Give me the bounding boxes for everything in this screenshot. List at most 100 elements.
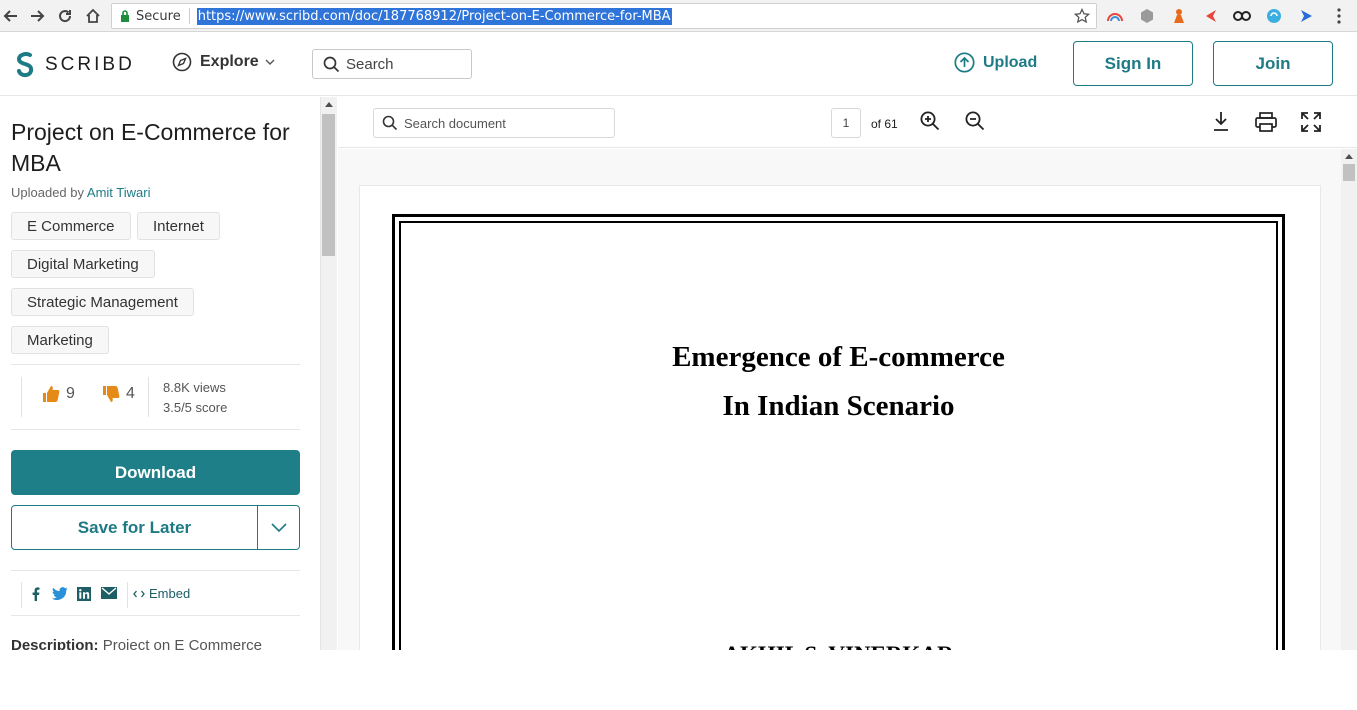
- upload-icon: [954, 52, 975, 73]
- upvote-button[interactable]: 9: [42, 385, 75, 403]
- download-button[interactable]: Download: [11, 450, 300, 495]
- extension-play-icon[interactable]: [1297, 7, 1315, 25]
- divider: [11, 570, 300, 571]
- tag-digital-marketing[interactable]: Digital Marketing: [11, 250, 155, 278]
- code-icon: [133, 590, 145, 597]
- description-text: Project on E Commerce: [102, 637, 262, 650]
- extension-rainbow-icon[interactable]: [1106, 7, 1124, 25]
- scribd-s-icon: [16, 52, 34, 78]
- embed-label: Embed: [149, 586, 191, 601]
- viewer-scroll-thumb[interactable]: [1343, 164, 1355, 181]
- save-for-later-label[interactable]: Save for Later: [12, 506, 257, 549]
- explore-label: Explore: [200, 53, 259, 70]
- score-value: 3.5/5 score: [163, 400, 228, 415]
- search-icon: [323, 56, 340, 72]
- scroll-up-icon[interactable]: [1345, 154, 1353, 159]
- bookmark-star-icon[interactable]: [1074, 8, 1090, 24]
- search-icon: [382, 115, 398, 131]
- print-icon[interactable]: [1255, 112, 1277, 132]
- document-viewer: Search document 1 of 61 Emergence of E-c…: [338, 97, 1357, 650]
- document-canvas[interactable]: Emergence of E-commerce In Indian Scenar…: [338, 149, 1341, 650]
- upvote-count: 9: [66, 385, 75, 402]
- email-icon[interactable]: [101, 587, 117, 599]
- sign-in-button[interactable]: Sign In: [1073, 41, 1193, 86]
- extension-owl-icon[interactable]: [1233, 7, 1251, 25]
- search-document-placeholder: Search document: [404, 115, 506, 131]
- divider: [21, 582, 22, 608]
- page-total: of 61: [871, 117, 898, 131]
- document-stats: 9 4 8.8K views 3.5/5 score: [11, 365, 300, 429]
- document-page: Emergence of E-commerce In Indian Scenar…: [359, 185, 1321, 650]
- compass-icon: [172, 52, 192, 72]
- scroll-up-icon[interactable]: [325, 102, 333, 107]
- blank-area: [0, 650, 1357, 710]
- secure-label: Secure: [136, 8, 181, 24]
- tag-strategic-management[interactable]: Strategic Management: [11, 288, 194, 316]
- document-author: AKHIL S. VINERKAR: [401, 642, 1276, 650]
- document-description: Description: Project on E Commerce: [11, 637, 262, 650]
- extension-circle-icon[interactable]: [1265, 7, 1283, 25]
- document-sidebar: Project on E-Commerce for MBA Uploaded b…: [0, 97, 320, 650]
- search-placeholder: Search: [346, 55, 394, 73]
- tag-marketing[interactable]: Marketing: [11, 326, 109, 354]
- views-count: 8.8K views: [163, 380, 226, 395]
- tag-e-commerce[interactable]: E Commerce: [11, 212, 131, 240]
- scribd-logo[interactable]: SCRIBD: [14, 52, 135, 78]
- thumbs-down-icon: [103, 386, 120, 402]
- document-title: Project on E-Commerce for MBA: [11, 119, 290, 176]
- browser-menu-icon[interactable]: [1330, 7, 1348, 25]
- extension-cube-icon[interactable]: [1138, 7, 1156, 25]
- uploaded-by-label: Uploaded by: [11, 185, 84, 200]
- document-heading-line2: In Indian Scenario: [722, 390, 955, 422]
- extension-figure-icon[interactable]: [1170, 7, 1188, 25]
- search-input[interactable]: Search: [312, 49, 472, 79]
- share-bar: Embed: [11, 580, 300, 610]
- back-icon[interactable]: [0, 5, 22, 27]
- document-meta: 8.8K views 3.5/5 score: [163, 378, 227, 418]
- linkedin-icon[interactable]: [77, 587, 91, 601]
- browser-toolbar: Secure https://www.scribd.com/doc/187768…: [0, 0, 1357, 32]
- fullscreen-icon[interactable]: [1301, 112, 1321, 132]
- twitter-icon[interactable]: [52, 587, 68, 600]
- join-button[interactable]: Join: [1213, 41, 1333, 86]
- thumbs-up-icon: [43, 386, 60, 402]
- document-heading-line1: Emergence of E-commerce: [672, 341, 1005, 373]
- page-border-inner: Emergence of E-commerce In Indian Scenar…: [399, 221, 1278, 650]
- chevron-down-icon: [265, 59, 275, 65]
- extension-arrow-icon[interactable]: [1202, 7, 1220, 25]
- lock-icon: [121, 10, 129, 22]
- downvote-button[interactable]: 4: [102, 385, 135, 403]
- logo-text: SCRIBD: [45, 54, 135, 75]
- save-options-dropdown[interactable]: [258, 506, 299, 549]
- viewer-scrollbar[interactable]: [1341, 149, 1357, 650]
- reload-icon[interactable]: [54, 5, 76, 27]
- explore-menu[interactable]: Explore: [172, 52, 275, 72]
- uploaded-by: Uploaded by Amit Tiwari: [11, 185, 150, 200]
- url-text[interactable]: https://www.scribd.com/doc/187768912/Pro…: [196, 7, 672, 25]
- download-icon[interactable]: [1213, 111, 1229, 131]
- page-number-input[interactable]: 1: [831, 108, 861, 138]
- save-for-later-button[interactable]: Save for Later: [11, 505, 300, 550]
- chevron-down-icon: [270, 523, 287, 532]
- description-label: Description:: [11, 637, 99, 650]
- upload-button[interactable]: Upload: [954, 52, 1037, 73]
- site-header: SCRIBD Explore Search Upload Sign In Joi…: [0, 32, 1357, 96]
- forward-icon[interactable]: [26, 5, 48, 27]
- upload-label: Upload: [983, 53, 1038, 71]
- secure-indicator[interactable]: Secure: [112, 8, 190, 24]
- home-icon[interactable]: [82, 5, 104, 27]
- zoom-out-icon[interactable]: [965, 111, 985, 131]
- sidebar-scroll-thumb[interactable]: [322, 114, 335, 256]
- divider: [11, 429, 300, 430]
- search-document-input[interactable]: Search document: [373, 108, 615, 138]
- author-link[interactable]: Amit Tiwari: [87, 185, 151, 200]
- zoom-in-icon[interactable]: [920, 111, 940, 131]
- embed-button[interactable]: Embed: [133, 586, 190, 601]
- viewer-toolbar: Search document 1 of 61: [338, 97, 1357, 148]
- address-bar[interactable]: Secure https://www.scribd.com/doc/187768…: [111, 3, 1097, 29]
- tag-internet[interactable]: Internet: [137, 212, 220, 240]
- facebook-icon[interactable]: [32, 587, 40, 601]
- divider: [127, 582, 128, 608]
- divider: [21, 377, 22, 417]
- page-border: Emergence of E-commerce In Indian Scenar…: [392, 214, 1285, 650]
